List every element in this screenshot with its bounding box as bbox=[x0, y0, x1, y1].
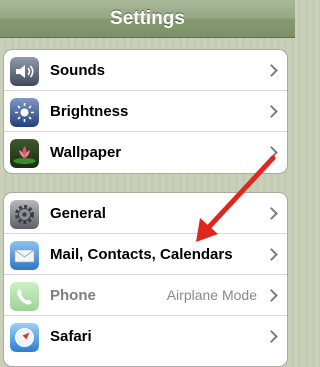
settings-row-safari[interactable]: Safari bbox=[4, 316, 287, 357]
chevron-right-icon bbox=[265, 64, 278, 77]
settings-row-phone[interactable]: Phone Airplane Mode bbox=[4, 275, 287, 316]
phone-icon bbox=[10, 282, 39, 311]
settings-row-sounds[interactable]: Sounds bbox=[4, 50, 287, 91]
brightness-icon bbox=[10, 98, 39, 127]
settings-row-wallpaper[interactable]: Wallpaper bbox=[4, 132, 287, 173]
chevron-right-icon bbox=[265, 248, 278, 261]
settings-row-label: Phone bbox=[50, 287, 96, 304]
chevron-right-icon bbox=[265, 289, 278, 302]
chevron-right-icon bbox=[265, 146, 278, 159]
general-gear-icon bbox=[10, 200, 39, 229]
sounds-icon bbox=[10, 57, 39, 86]
settings-group-2: General Mail, Contacts, Calendars Phone … bbox=[3, 192, 288, 367]
settings-row-label: Brightness bbox=[50, 103, 129, 120]
settings-row-mail-contacts-calendars[interactable]: Mail, Contacts, Calendars bbox=[4, 234, 287, 275]
settings-row-label: Sounds bbox=[50, 62, 105, 79]
settings-group-1: Sounds Brightness Wallpaper bbox=[3, 49, 288, 174]
chevron-right-icon bbox=[265, 330, 278, 343]
page-title: Settings bbox=[110, 8, 185, 29]
mail-icon bbox=[10, 241, 39, 270]
chevron-right-icon bbox=[265, 105, 278, 118]
settings-row-label: Safari bbox=[50, 328, 92, 345]
wallpaper-icon bbox=[10, 139, 39, 168]
settings-row-label: Wallpaper bbox=[50, 144, 122, 161]
chevron-right-icon bbox=[265, 207, 278, 220]
settings-row-brightness[interactable]: Brightness bbox=[4, 91, 287, 132]
phone-status-detail: Airplane Mode bbox=[166, 287, 257, 303]
settings-row-label: Mail, Contacts, Calendars bbox=[50, 246, 233, 263]
navigation-bar: Settings bbox=[0, 0, 295, 38]
settings-row-general[interactable]: General bbox=[4, 193, 287, 234]
settings-row-label: General bbox=[50, 205, 106, 222]
safari-icon bbox=[10, 323, 39, 352]
